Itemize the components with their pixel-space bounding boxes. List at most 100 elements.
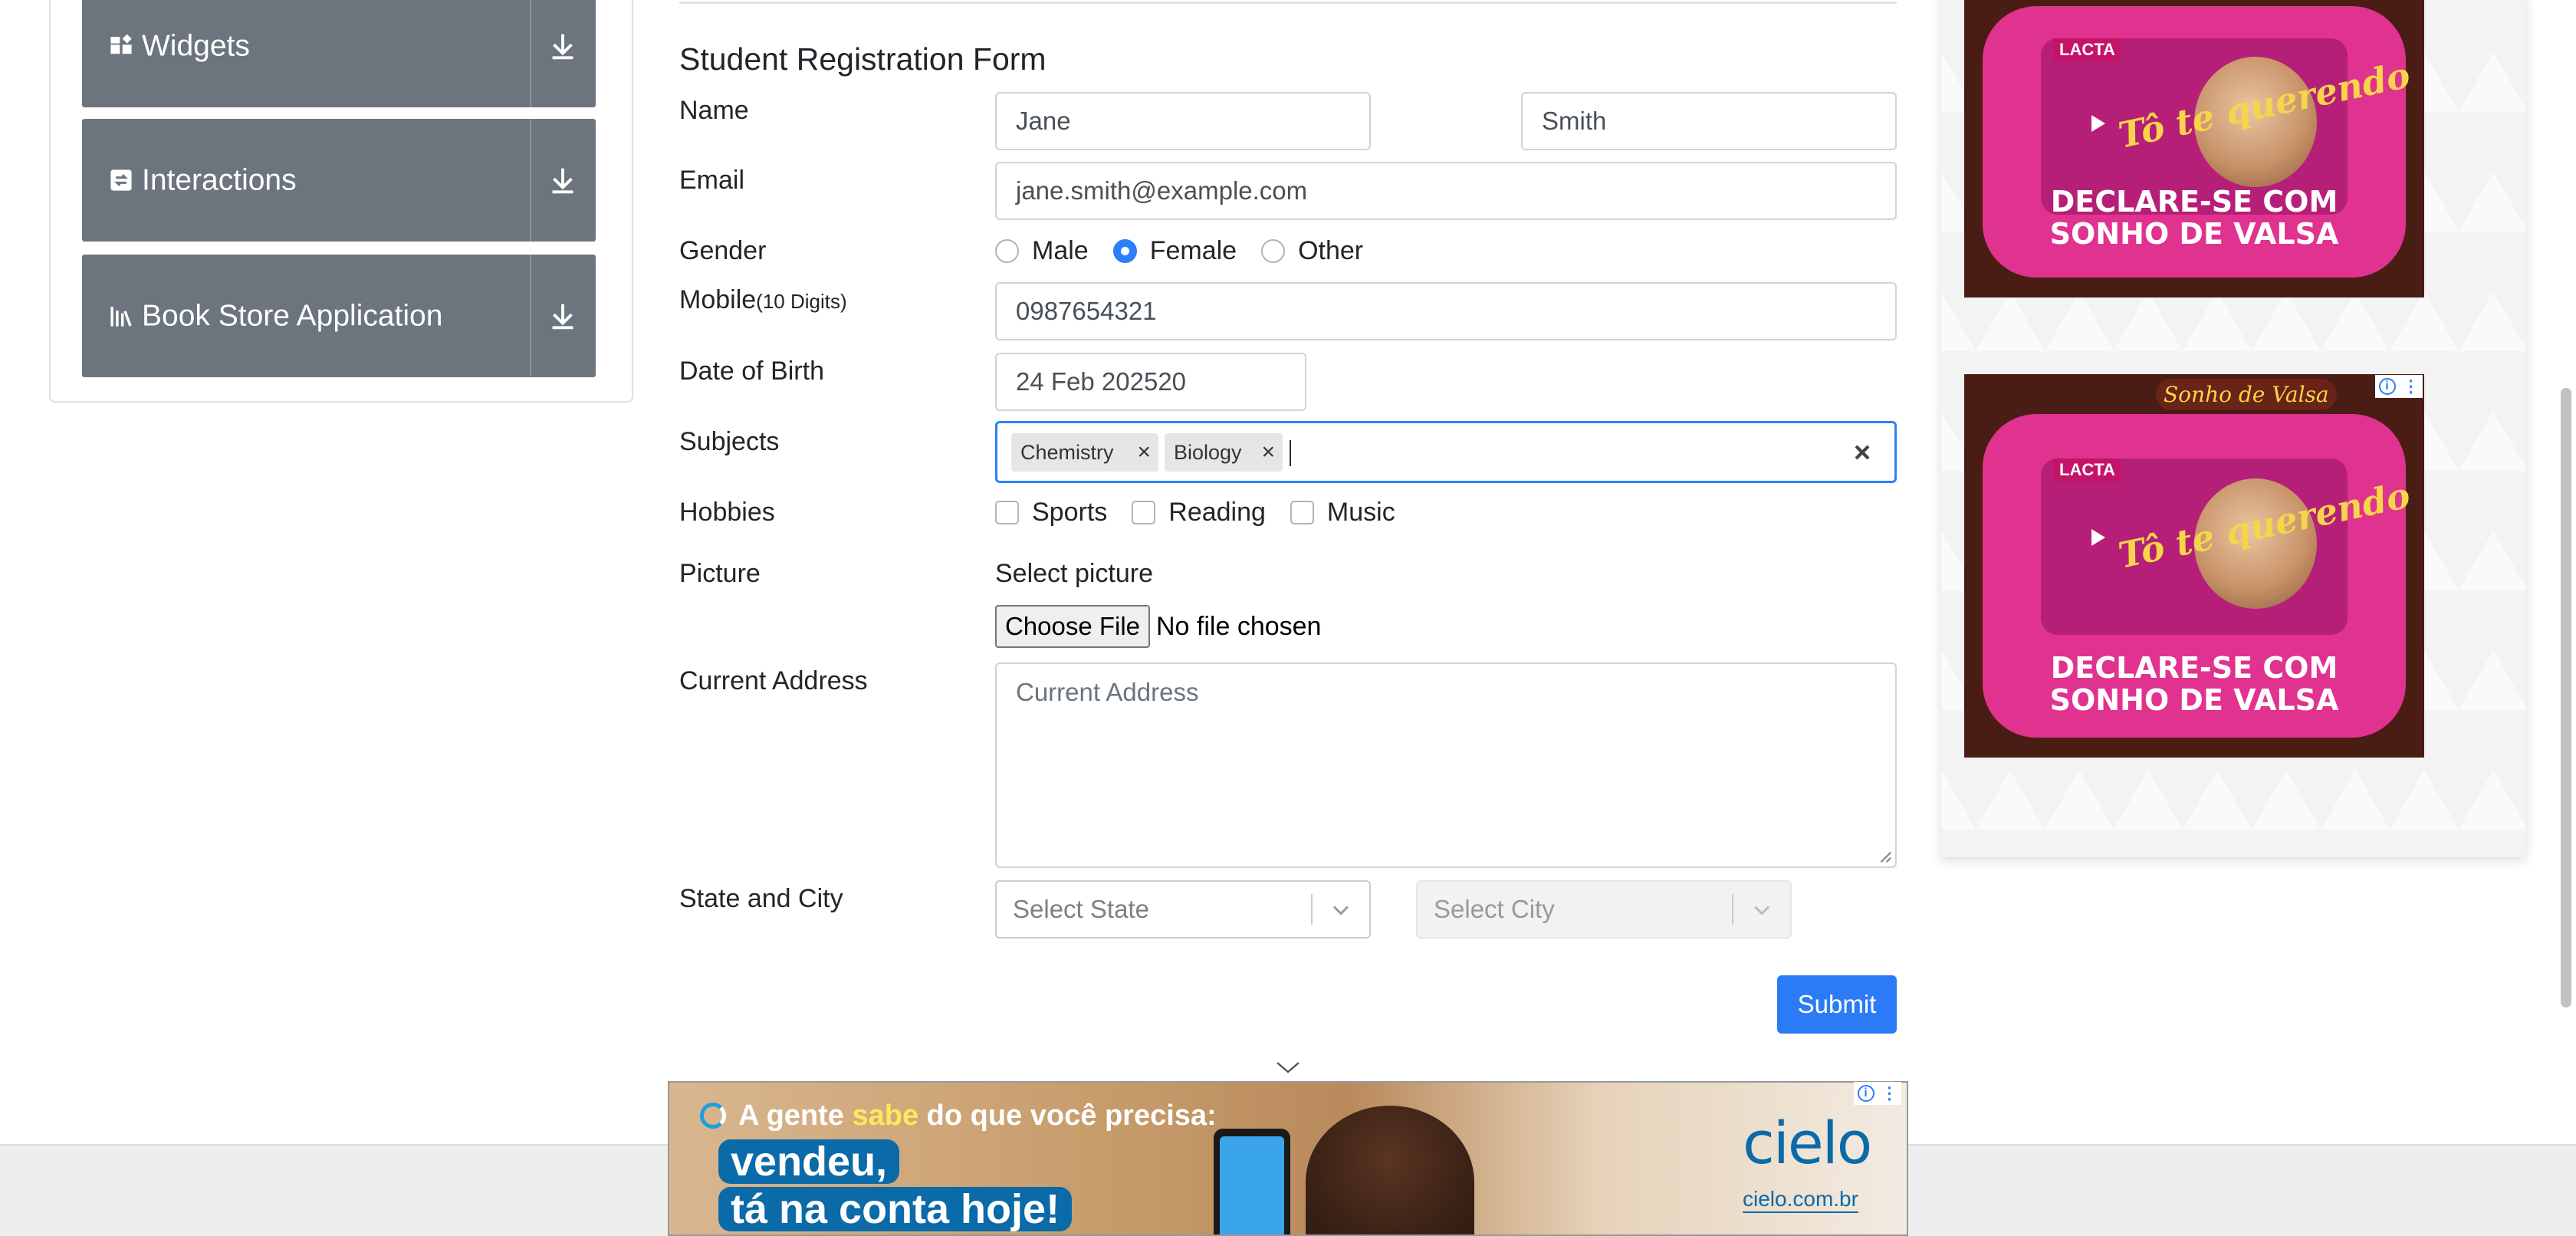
ad-tagline-bold: sabe xyxy=(852,1100,919,1132)
ad-choices-badge[interactable]: i ⋮ xyxy=(2375,375,2423,398)
text-caret xyxy=(1290,440,1291,466)
textarea-placeholder: Current Address xyxy=(1016,678,1199,706)
choose-file-button[interactable]: Choose File xyxy=(995,605,1150,648)
mobile-label: Mobile(10 Digits) xyxy=(679,285,847,315)
download-icon[interactable] xyxy=(545,163,580,198)
current-address-label: Current Address xyxy=(679,666,868,695)
gender-female-option[interactable]: Female xyxy=(1112,235,1237,266)
hobby-reading-option[interactable]: Reading xyxy=(1132,498,1266,528)
email-label: Email xyxy=(679,166,745,195)
gender-radio-group: Male Female Other xyxy=(995,235,1388,266)
dob-label: Date of Birth xyxy=(679,357,824,386)
gender-option-label: Other xyxy=(1298,235,1364,265)
lacta-logo: LACTA xyxy=(2053,38,2121,61)
city-select[interactable]: Select City xyxy=(1416,880,1792,939)
chevron-down-icon xyxy=(1332,906,1349,915)
person-image xyxy=(1306,1106,1474,1234)
subject-chip-label: Chemistry xyxy=(1020,441,1114,464)
submit-button[interactable]: Submit xyxy=(1777,975,1897,1034)
divider xyxy=(679,2,1897,4)
subjects-label: Subjects xyxy=(679,427,780,456)
mobile-label-hint: (10 Digits) xyxy=(756,290,847,313)
last-name-input[interactable]: Smith xyxy=(1521,92,1897,150)
hobby-sports-option[interactable]: Sports xyxy=(995,498,1107,528)
hobby-music-option[interactable]: Music xyxy=(1290,498,1395,528)
divider xyxy=(530,0,531,107)
interactions-icon xyxy=(110,169,132,191)
sonho-de-valsa-logo: Sonho de Valsa xyxy=(2156,379,2337,410)
hobby-reading-checkbox[interactable] xyxy=(1132,500,1156,524)
subjects-input[interactable]: Chemistry × Biology × xyxy=(995,421,1897,483)
ad-headline-line1: DECLARE-SE COM xyxy=(2050,185,2338,219)
hobby-music-checkbox[interactable] xyxy=(1290,500,1314,524)
picture-label: Picture xyxy=(679,559,761,588)
mobile-field[interactable]: 0987654321 xyxy=(995,282,1897,340)
email-field[interactable]: jane.smith@example.com xyxy=(995,162,1897,220)
gender-male-radio[interactable] xyxy=(995,238,1019,263)
select-separator xyxy=(1732,894,1733,925)
select-picture-label: Select picture xyxy=(995,559,1153,588)
play-icon xyxy=(2091,115,2105,132)
ad-menu-icon[interactable]: ⋮ xyxy=(2403,378,2420,395)
page-scrollbar[interactable] xyxy=(2561,388,2571,1008)
sidebar-group-label: Widgets xyxy=(142,29,250,63)
ad-headline-line2: SONHO DE VALSA xyxy=(2049,217,2339,251)
file-status-text: No file chosen xyxy=(1156,612,1322,641)
sidebar-group-widgets[interactable]: Widgets xyxy=(82,0,596,107)
ad-banner-candy[interactable]: LACTA Tô te querendo DECLARE-SE COM SONH… xyxy=(1964,0,2424,297)
hobby-option-label: Sports xyxy=(1032,497,1108,527)
sidebar-group-interactions[interactable]: Interactions xyxy=(82,119,596,242)
gender-other-option[interactable]: Other xyxy=(1261,236,1363,266)
current-address-textarea[interactable]: Current Address xyxy=(995,662,1897,868)
state-select[interactable]: Select State xyxy=(995,880,1371,939)
subject-chip: Chemistry × xyxy=(1011,433,1158,472)
ad-tagline: A gente sabe do que você precisa: xyxy=(738,1100,1217,1132)
info-icon[interactable]: i xyxy=(1857,1085,1875,1102)
info-icon[interactable]: i xyxy=(2378,378,2396,395)
ad-tagline-pre: A gente xyxy=(738,1100,853,1132)
cielo-logo: cielo xyxy=(1743,1109,1872,1177)
ad-banner-candy[interactable]: Sonho de Valsa LACTA Tô te querendo DECL… xyxy=(1964,374,2424,758)
gender-male-option[interactable]: Male xyxy=(995,236,1089,266)
gender-option-label: Female xyxy=(1149,235,1237,265)
ad-headline-line1: DECLARE-SE COM xyxy=(2050,651,2338,685)
date-of-birth-input[interactable]: 24 Feb 202520 xyxy=(995,353,1306,411)
subject-chip: Biology × xyxy=(1165,433,1283,472)
download-icon[interactable] xyxy=(545,28,580,64)
name-label: Name xyxy=(679,96,749,125)
gender-other-radio[interactable] xyxy=(1261,238,1286,263)
sidebar-group-label: Interactions xyxy=(142,163,297,197)
select-separator xyxy=(1311,894,1313,925)
remove-subject-button[interactable]: × xyxy=(1137,433,1151,472)
cielo-url: cielo.com.br xyxy=(1743,1187,1858,1213)
sidebar-group-label: Book Store Application xyxy=(142,299,443,333)
hobby-option-label: Music xyxy=(1326,497,1395,527)
ad-menu-icon[interactable]: ⋮ xyxy=(1881,1085,1898,1102)
ad-banner-cielo[interactable]: A gente sabe do que você precisa: vendeu… xyxy=(668,1081,1908,1236)
hobbies-label: Hobbies xyxy=(679,498,775,527)
sidebar-group-book-store[interactable]: Book Store Application xyxy=(82,255,596,377)
clear-x-icon[interactable] xyxy=(1850,440,1875,465)
download-icon[interactable] xyxy=(545,298,580,334)
ad-tagline-post: do que você precisa: xyxy=(918,1100,1217,1132)
divider xyxy=(530,119,531,242)
chevron-down-icon[interactable] xyxy=(1274,1058,1302,1077)
hobby-option-label: Reading xyxy=(1168,497,1266,527)
gender-option-label: Male xyxy=(1032,235,1089,265)
hobbies-checkbox-group: Sports Reading Music xyxy=(995,497,1420,528)
phone-image xyxy=(1214,1129,1290,1234)
ad-headline-line2: tá na conta hoje! xyxy=(718,1187,1073,1231)
state-city-label: State and City xyxy=(679,884,843,913)
subject-chip-label: Biology xyxy=(1174,441,1242,464)
first-name-input[interactable]: Jane xyxy=(995,92,1371,150)
remove-subject-button[interactable]: × xyxy=(1261,433,1275,472)
gender-female-radio[interactable] xyxy=(1112,238,1137,263)
ad-choices-badge[interactable]: i ⋮ xyxy=(1854,1082,1901,1105)
city-select-value: Select City xyxy=(1434,895,1555,923)
ad-headline-line2: SONHO DE VALSA xyxy=(2049,683,2339,717)
play-icon xyxy=(2091,529,2105,546)
chevron-down-icon xyxy=(1753,906,1770,915)
hobby-sports-checkbox[interactable] xyxy=(995,500,1019,524)
widgets-icon xyxy=(110,34,132,54)
resize-grip-icon[interactable] xyxy=(1878,850,1892,863)
